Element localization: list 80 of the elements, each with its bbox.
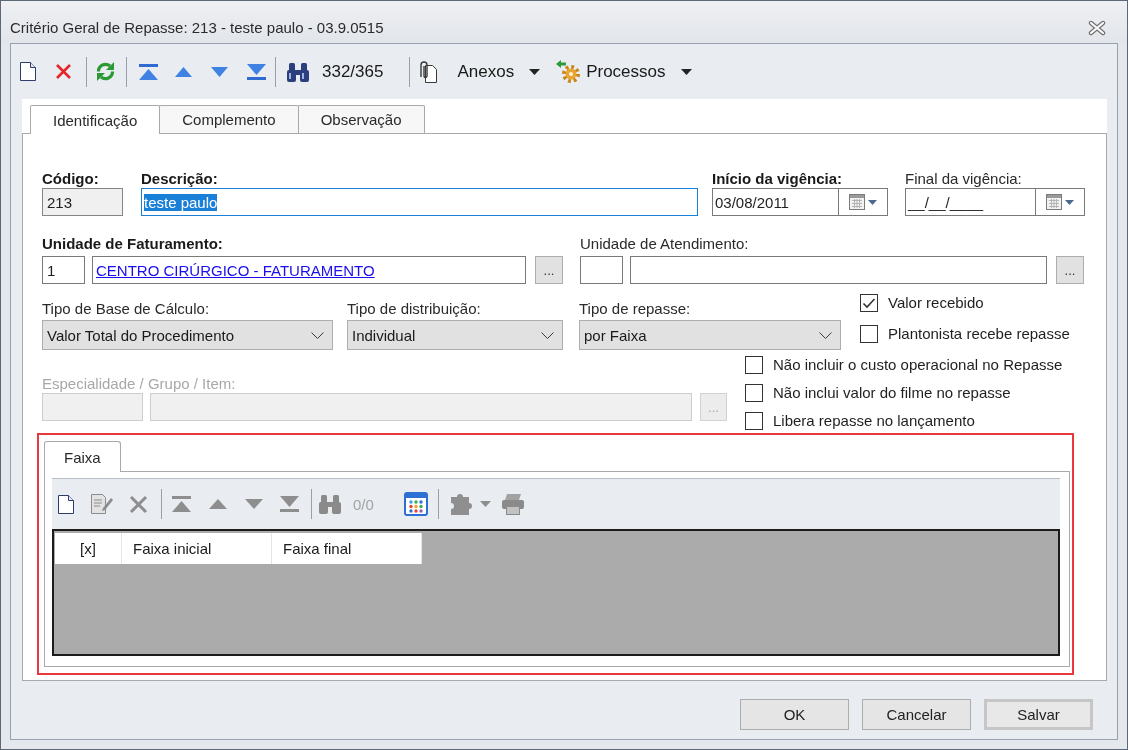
- dropdown[interactable]: por Faixa: [579, 320, 841, 350]
- caret-down-icon[interactable]: [479, 501, 491, 507]
- caret-down-icon: [868, 199, 877, 205]
- field-label: Especialidade / Grupo / Item:: [42, 374, 237, 393]
- field-label: Tipo de distribuição:: [347, 299, 482, 318]
- dropdown[interactable]: Valor Total do Procedimento: [42, 320, 333, 350]
- text-field[interactable]: CENTRO CIRÚRGICO - FATURAMENTO: [92, 256, 526, 284]
- link[interactable]: CENTRO CIRÚRGICO - FATURAMENTO: [96, 261, 375, 279]
- chevron-down-icon: [819, 331, 832, 339]
- window-title: Critério Geral de Repasse: 213 - teste paulo - 03.9.0515: [10, 19, 384, 37]
- refresh-icon[interactable]: [95, 61, 116, 82]
- arrow-to-top-icon[interactable]: [139, 63, 158, 80]
- checkbox-label: Não incluir o custo operacional no Repasse: [773, 356, 1063, 374]
- field-label: Tipo de Base de Cálculo:: [42, 299, 211, 318]
- field-label: Final da vigência:: [905, 169, 1023, 188]
- tab[interactable]: Identificação: [30, 105, 161, 134]
- dialog-button[interactable]: Cancelar: [862, 699, 971, 730]
- checkbox[interactable]: [860, 325, 878, 343]
- field-label: Descrição:: [141, 169, 219, 188]
- checkbox-label: Plantonista recebe repasse: [888, 325, 1070, 343]
- text-field[interactable]: [630, 256, 1047, 284]
- triangle-down-icon[interactable]: [211, 66, 228, 77]
- triangle-down-icon[interactable]: [245, 499, 263, 509]
- arrow-to-bottom-icon[interactable]: [247, 63, 266, 80]
- caret-down-icon: [1065, 199, 1074, 205]
- paperclip-icon: [420, 60, 438, 83]
- column-header[interactable]: Faixa inicial: [122, 533, 272, 564]
- tab[interactable]: Complemento: [159, 105, 299, 133]
- checkbox-label: Não inclui valor do filme no repasse: [773, 384, 1011, 402]
- checkbox[interactable]: [745, 356, 763, 374]
- text-field[interactable]: 1: [42, 256, 85, 284]
- checkbox[interactable]: [745, 412, 763, 430]
- printer-icon[interactable]: [500, 493, 525, 515]
- edit-document-icon[interactable]: [91, 494, 113, 514]
- chevron-down-icon: [311, 331, 324, 339]
- field-label: Início da vigência:: [712, 169, 844, 188]
- browse-button[interactable]: ...: [535, 256, 563, 284]
- column-header[interactable]: [x]: [55, 533, 122, 564]
- close-icon[interactable]: [1088, 20, 1106, 36]
- checkbox[interactable]: [860, 294, 878, 312]
- new-document-icon[interactable]: [58, 494, 74, 514]
- dialog-button[interactable]: OK: [740, 699, 849, 730]
- field-label: Unidade de Faturamento:: [42, 234, 224, 253]
- cross-icon[interactable]: [129, 494, 148, 514]
- column-header[interactable]: Faixa final: [272, 533, 422, 564]
- arrow-to-bottom-icon[interactable]: [280, 496, 299, 512]
- menu-button[interactable]: Anexos: [420, 56, 541, 87]
- field-label: Unidade de Atendimento:: [580, 234, 750, 253]
- dialog-button[interactable]: Salvar: [984, 699, 1093, 730]
- triangle-up-icon[interactable]: [209, 499, 227, 509]
- arrow-to-top-icon[interactable]: [172, 496, 191, 512]
- calendar-icon: [1046, 194, 1062, 210]
- date-field[interactable]: 03/08/2011: [712, 188, 888, 216]
- dropdown[interactable]: Individual: [347, 320, 563, 350]
- chevron-down-icon: [541, 331, 554, 339]
- triangle-up-icon[interactable]: [175, 66, 192, 77]
- tab[interactable]: Observação: [297, 105, 425, 133]
- menu-button[interactable]: Processos: [556, 56, 692, 87]
- puzzle-icon[interactable]: [450, 493, 472, 515]
- binoculars-icon[interactable]: [287, 61, 309, 82]
- text-field[interactable]: [580, 256, 623, 284]
- gear-icon: [556, 60, 581, 83]
- caret-down-icon: [529, 68, 541, 75]
- record-counter: 332/365: [322, 61, 384, 82]
- new-document-icon[interactable]: [20, 62, 36, 81]
- field-label: Código:: [42, 169, 100, 188]
- dot-grid-icon[interactable]: [403, 492, 428, 516]
- checkbox-label: Valor recebido: [888, 294, 984, 312]
- text-field[interactable]: teste paulo: [141, 188, 698, 216]
- text-field[interactable]: 213: [42, 188, 123, 216]
- field-label: Tipo de repasse:: [579, 299, 692, 318]
- browse-button[interactable]: ...: [1056, 256, 1084, 284]
- date-field[interactable]: __/__/____: [905, 188, 1085, 216]
- checkbox[interactable]: [745, 384, 763, 402]
- tab[interactable]: Faixa: [44, 441, 121, 472]
- caret-down-icon: [680, 68, 692, 75]
- calendar-icon: [849, 194, 865, 210]
- record-counter: 0/0: [353, 495, 374, 513]
- checkbox-label: Libera repasse no lançamento: [773, 412, 975, 430]
- cross-icon[interactable]: [55, 63, 72, 80]
